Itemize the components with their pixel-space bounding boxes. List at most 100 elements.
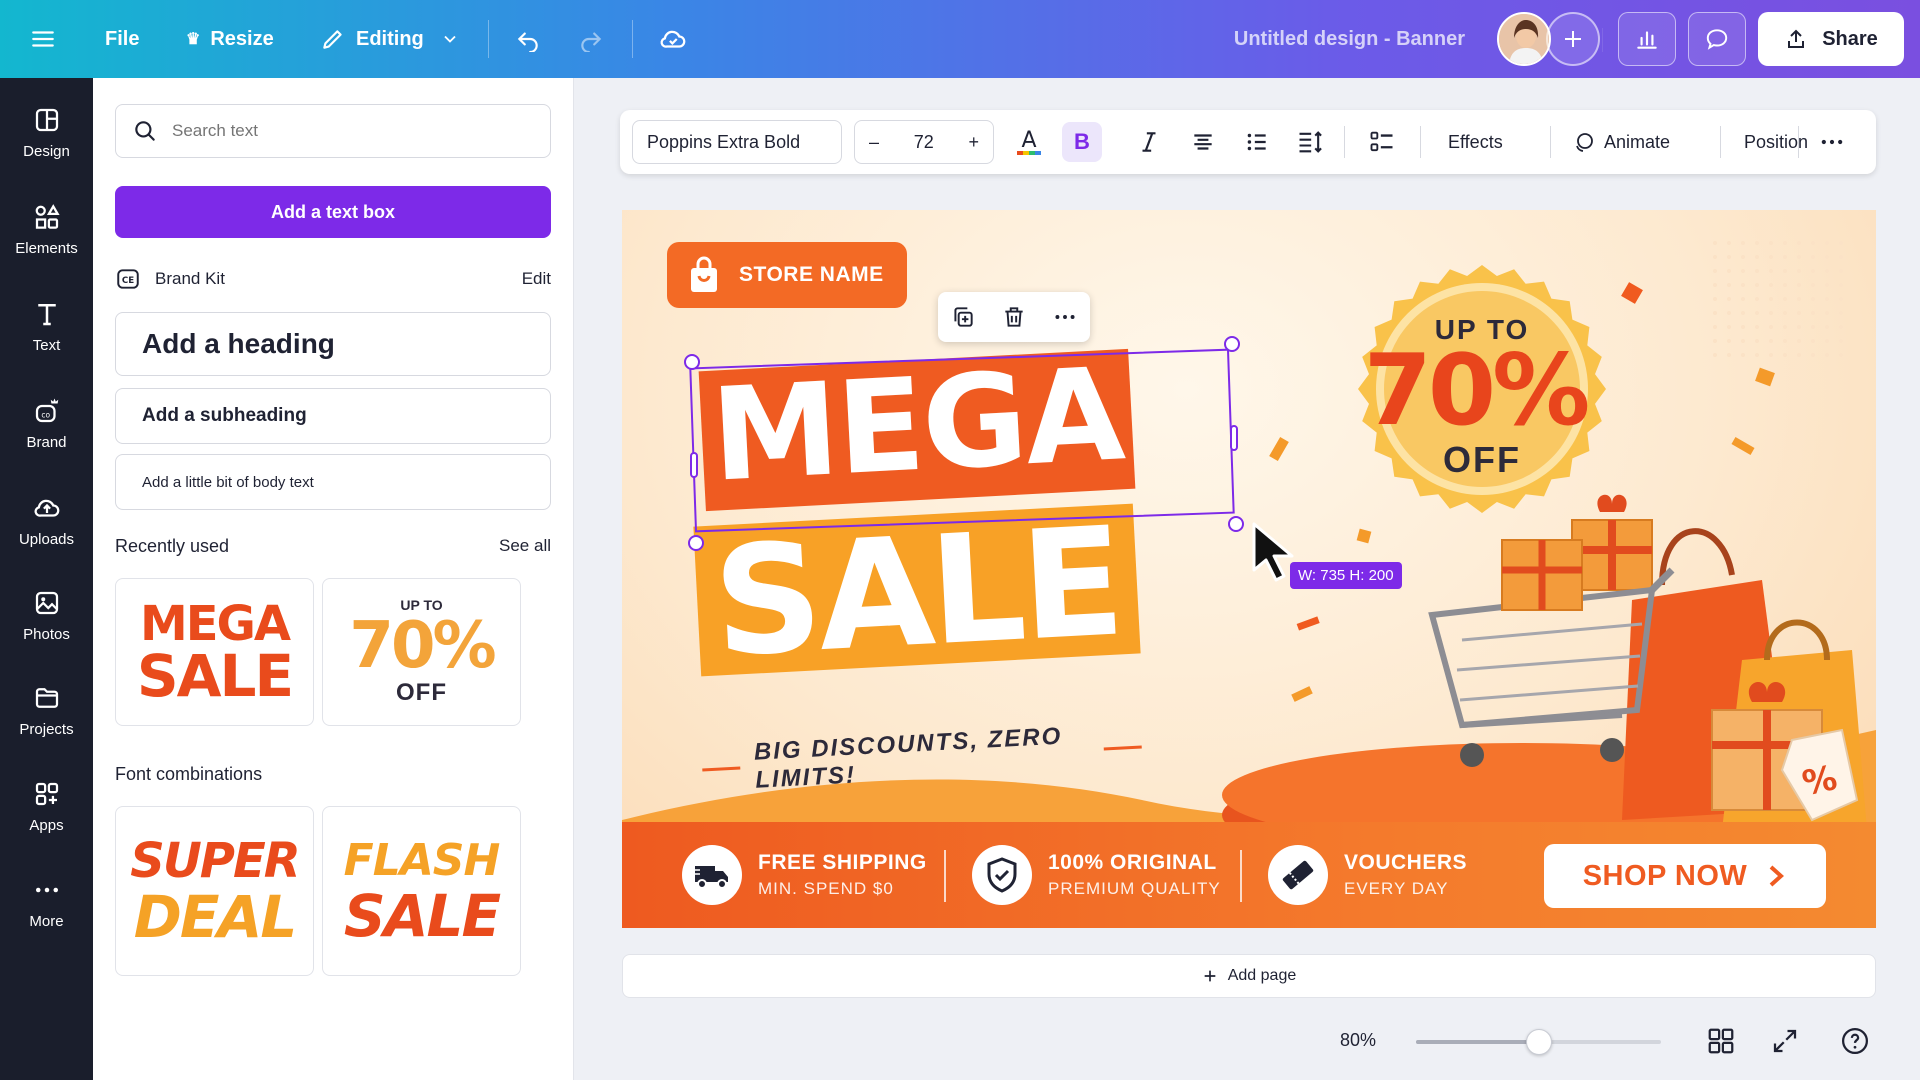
zoom-slider-fill <box>1416 1040 1539 1044</box>
fullscreen-icon[interactable] <box>1770 1026 1800 1056</box>
rail-label-apps: Apps <box>29 816 64 834</box>
more-options-button[interactable] <box>1818 110 1846 174</box>
duplicate-icon[interactable] <box>950 304 976 330</box>
chevron-down-icon <box>444 35 456 43</box>
file-menu[interactable]: File <box>105 0 139 78</box>
resize-handle-bottom-left[interactable] <box>688 535 704 551</box>
undo-icon <box>517 32 538 52</box>
align-button[interactable] <box>1190 110 1216 174</box>
rail-item-apps[interactable]: Apps <box>0 764 93 848</box>
rail-label-projects: Projects <box>19 720 74 738</box>
checklist-button[interactable] <box>1368 110 1396 174</box>
feature-original[interactable]: 100% ORIGINAL PREMIUM QUALITY <box>972 822 1221 928</box>
brand-kit-edit-link[interactable]: Edit <box>522 269 551 289</box>
rail-item-projects[interactable]: Projects <box>0 668 93 752</box>
help-icon[interactable] <box>1840 1026 1870 1056</box>
share-label: Share <box>1822 27 1878 50</box>
recent-template-70-off[interactable]: UP TO 70% OFF <box>322 578 521 726</box>
pencil-icon <box>323 30 342 49</box>
resize-handle-top-left[interactable] <box>684 354 700 370</box>
zoom-slider-knob[interactable] <box>1525 1029 1552 1055</box>
combo-flash-sale[interactable]: FLASH SALE <box>322 806 521 976</box>
selection-box[interactable] <box>689 348 1235 533</box>
search-input[interactable] <box>172 121 532 141</box>
avatar-portrait-icon <box>1499 14 1549 64</box>
effects-button[interactable]: Effects <box>1448 110 1503 174</box>
rail-item-text[interactable]: Text <box>0 284 93 368</box>
increase-size-button[interactable]: + <box>968 132 979 153</box>
align-center-icon <box>1194 134 1212 150</box>
store-name-badge[interactable]: STORE NAME <box>667 242 907 308</box>
rail-item-brand[interactable]: co Brand <box>0 381 93 465</box>
more-horizontal-icon[interactable] <box>1052 304 1078 330</box>
zoom-slider[interactable] <box>1416 1029 1661 1055</box>
resize-handle-left[interactable] <box>690 452 698 478</box>
cloud-save-status[interactable] <box>658 0 688 78</box>
italic-button[interactable] <box>1136 110 1162 174</box>
feature-title: 100% ORIGINAL <box>1048 851 1217 874</box>
spacing-button[interactable] <box>1296 110 1324 174</box>
rail-item-uploads[interactable]: Uploads <box>0 478 93 562</box>
zoom-level[interactable]: 80% <box>1340 1030 1376 1051</box>
combo-super-deal[interactable]: SUPER DEAL <box>115 806 314 976</box>
search-box[interactable] <box>115 104 551 158</box>
add-page-button[interactable]: Add page <box>622 954 1876 998</box>
font-family-dropdown[interactable]: Poppins Extra Bold <box>632 120 842 164</box>
resize-handle-top-right[interactable] <box>1224 336 1240 352</box>
font-combinations-label: Font combinations <box>115 764 263 784</box>
rail-item-photos[interactable]: Photos <box>0 573 93 657</box>
bold-button[interactable]: B <box>1062 122 1102 162</box>
font-size-value[interactable]: 72 <box>914 132 934 153</box>
redo-button[interactable] <box>578 0 604 78</box>
thumb-text-70: 70% <box>349 609 496 683</box>
svg-text:co: co <box>41 410 50 419</box>
list-button[interactable] <box>1244 110 1270 174</box>
design-title[interactable]: Untitled design - Banner <box>1234 0 1465 78</box>
svg-text:A: A <box>1021 128 1036 153</box>
resize-handle-bottom-right[interactable] <box>1228 516 1244 532</box>
add-text-box-button[interactable]: Add a text box <box>115 186 551 238</box>
text-icon <box>37 303 56 325</box>
trash-icon[interactable] <box>1001 304 1027 330</box>
resize-button[interactable]: ♛ Resize <box>186 0 274 78</box>
element-context-menu <box>938 292 1090 342</box>
editing-label: Editing <box>356 27 424 50</box>
recent-template-mega-sale[interactable]: MEGA SALE <box>115 578 314 726</box>
font-combinations-header: Font combinations <box>115 764 551 785</box>
svg-text:CE: CE <box>122 276 134 286</box>
text-toolbar: Poppins Extra Bold – 72 + A B Effects An… <box>620 110 1876 174</box>
insights-button[interactable] <box>1618 12 1676 66</box>
grid-view-icon[interactable] <box>1706 1026 1736 1056</box>
invite-button[interactable] <box>1546 12 1600 66</box>
feature-vouchers[interactable]: VOUCHERS EVERY DAY <box>1268 822 1467 928</box>
resize-handle-right[interactable] <box>1230 425 1238 451</box>
animate-button[interactable]: Animate <box>1572 110 1670 174</box>
editing-mode-dropdown[interactable]: Editing <box>320 0 460 78</box>
add-body-text-button[interactable]: Add a little bit of body text <box>115 454 551 510</box>
file-label: File <box>105 27 140 50</box>
comments-button[interactable] <box>1688 12 1746 66</box>
rail-label-brand: Brand <box>26 433 67 451</box>
feature-subtitle: EVERY DAY <box>1344 879 1449 898</box>
line-spacing-icon <box>1299 131 1322 153</box>
divider <box>1720 126 1721 158</box>
see-all-link[interactable]: See all <box>499 536 551 557</box>
user-avatar[interactable] <box>1497 12 1551 66</box>
rail-label-design: Design <box>23 142 70 160</box>
text-color-button[interactable]: A <box>1014 110 1044 174</box>
rail-item-design[interactable]: Design <box>0 90 93 174</box>
add-heading-button[interactable]: Add a heading <box>115 312 551 376</box>
upload-share-icon <box>1788 29 1805 48</box>
checklist-icon <box>1370 131 1393 152</box>
thumb-text-sale: SALE <box>136 642 294 710</box>
share-button[interactable]: Share <box>1758 12 1904 66</box>
undo-button[interactable] <box>515 0 541 78</box>
rail-item-elements[interactable]: Elements <box>0 187 93 271</box>
feature-free-shipping[interactable]: FREE SHIPPING MIN. SPEND $0 <box>682 822 927 928</box>
rail-item-more[interactable]: More <box>0 860 93 944</box>
decrease-size-button[interactable]: – <box>869 132 879 153</box>
menu-button[interactable] <box>30 0 56 78</box>
add-subheading-button[interactable]: Add a subheading <box>115 388 551 444</box>
shop-now-button[interactable]: SHOP NOW <box>1544 844 1826 908</box>
design-canvas[interactable]: % UP TO 70% OFF STORE NAME MEGA SALE BIG… <box>622 210 1876 928</box>
